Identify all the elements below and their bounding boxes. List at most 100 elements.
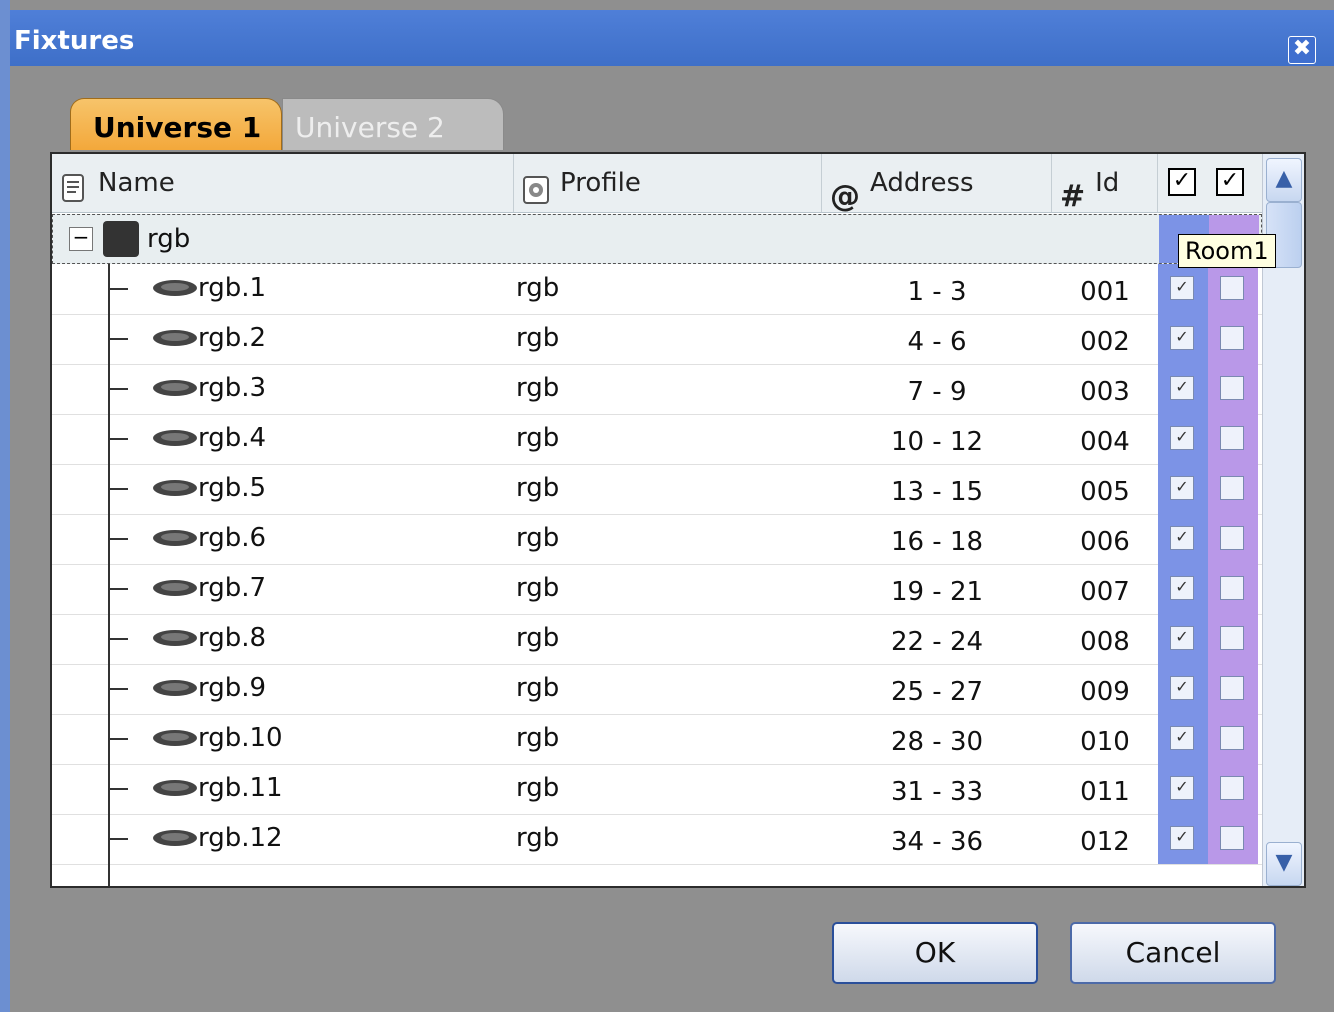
- fixtures-grid: Name Profile @ Address # Id ✓ ✓ − rgb rgb.…: [50, 152, 1306, 888]
- fixture-checkbox-2[interactable]: [1220, 776, 1244, 800]
- fixture-checkbox-2[interactable]: [1220, 276, 1244, 300]
- tree-branch: [108, 688, 128, 690]
- table-row[interactable]: rgb.1 rgb 1 - 3 001 ✓: [52, 264, 1262, 315]
- fixture-icon: [152, 778, 198, 804]
- check-all-column-1[interactable]: ✓: [1168, 168, 1196, 196]
- cancel-button[interactable]: Cancel: [1070, 922, 1276, 984]
- fixture-checkbox-2[interactable]: [1220, 726, 1244, 750]
- close-button[interactable]: ✖: [1288, 36, 1316, 64]
- fixture-name: rgb.2: [198, 323, 267, 353]
- scroll-up-button[interactable]: ▲: [1266, 158, 1302, 202]
- fixture-checkbox-1[interactable]: ✓: [1170, 526, 1194, 550]
- fixture-checkbox-2[interactable]: [1220, 576, 1244, 600]
- column-header-name[interactable]: Name: [52, 154, 514, 212]
- fixture-checkbox-1[interactable]: ✓: [1170, 376, 1194, 400]
- fixture-id: 007: [1080, 577, 1130, 607]
- column-header-profile[interactable]: Profile: [514, 154, 822, 212]
- fixture-address: 25 - 27: [890, 677, 984, 707]
- column-label-id: Id: [1095, 168, 1120, 198]
- fixture-profile: rgb: [516, 273, 560, 303]
- fixture-check-cell-1: ✓: [1158, 264, 1208, 314]
- fixture-profile: rgb: [516, 373, 560, 403]
- table-row[interactable]: rgb.3 rgb 7 - 9 003 ✓: [52, 364, 1262, 415]
- check-all-column-2[interactable]: ✓: [1216, 168, 1244, 196]
- fixture-checkbox-1[interactable]: ✓: [1170, 326, 1194, 350]
- fixture-checkbox-1[interactable]: ✓: [1170, 776, 1194, 800]
- fixture-checkbox-2[interactable]: [1220, 426, 1244, 450]
- fixture-checkbox-1[interactable]: ✓: [1170, 676, 1194, 700]
- fixture-check-cell-2: [1208, 364, 1258, 414]
- table-row[interactable]: rgb.7 rgb 19 - 21 007 ✓: [52, 564, 1262, 615]
- fixture-id: 005: [1080, 477, 1130, 507]
- fixture-check-cell-1: ✓: [1158, 814, 1208, 864]
- document-icon: [60, 168, 88, 202]
- fixture-check-cell-2: [1208, 414, 1258, 464]
- fixture-id: 001: [1080, 277, 1130, 307]
- fixture-checkbox-1[interactable]: ✓: [1170, 626, 1194, 650]
- column-header-address[interactable]: @ Address: [822, 154, 1052, 214]
- ok-button[interactable]: OK: [832, 922, 1038, 984]
- fixture-name: rgb.6: [198, 523, 267, 553]
- fixture-checkbox-2[interactable]: [1220, 826, 1244, 850]
- fixture-name: rgb.11: [198, 773, 283, 803]
- fixture-icon: [152, 728, 198, 754]
- fixture-checkbox-2[interactable]: [1220, 676, 1244, 700]
- fixture-checkbox-1[interactable]: ✓: [1170, 826, 1194, 850]
- tree-line: [108, 264, 110, 886]
- table-row[interactable]: rgb.8 rgb 22 - 24 008 ✓: [52, 614, 1262, 665]
- fixture-checkbox-2[interactable]: [1220, 376, 1244, 400]
- fixture-id: 008: [1080, 627, 1130, 657]
- fixture-checkbox-2[interactable]: [1220, 626, 1244, 650]
- fixture-checkbox-1[interactable]: ✓: [1170, 476, 1194, 500]
- fixture-icon: [152, 278, 198, 304]
- fixture-address: 19 - 21: [890, 577, 984, 607]
- fixture-checkbox-1[interactable]: ✓: [1170, 726, 1194, 750]
- tree-branch: [108, 488, 128, 490]
- table-row[interactable]: rgb.2 rgb 4 - 6 002 ✓: [52, 314, 1262, 365]
- universe-tabs: Universe 1 Universe 2: [70, 98, 504, 152]
- table-row[interactable]: rgb.12 rgb 34 - 36 012 ✓: [52, 814, 1262, 865]
- fixture-check-cell-2: [1208, 564, 1258, 614]
- fixture-checkbox-1[interactable]: ✓: [1170, 276, 1194, 300]
- table-row[interactable]: rgb.9 rgb 25 - 27 009 ✓: [52, 664, 1262, 715]
- fixture-id: 010: [1080, 727, 1130, 757]
- fixture-checkbox-1[interactable]: ✓: [1170, 426, 1194, 450]
- tab-universe-2[interactable]: Universe 2: [282, 98, 504, 150]
- table-row[interactable]: rgb.11 rgb 31 - 33 011 ✓: [52, 764, 1262, 815]
- tree-branch: [108, 388, 128, 390]
- table-row[interactable]: rgb.10 rgb 28 - 30 010 ✓: [52, 714, 1262, 765]
- group-row-rgb[interactable]: − rgb: [52, 214, 1262, 264]
- fixture-check-cell-1: ✓: [1158, 464, 1208, 514]
- fixture-name: rgb.3: [198, 373, 267, 403]
- fixture-name: rgb.8: [198, 623, 267, 653]
- fixture-address: 28 - 30: [890, 727, 984, 757]
- table-row[interactable]: rgb.4 rgb 10 - 12 004 ✓: [52, 414, 1262, 465]
- fixture-profile: rgb: [516, 623, 560, 653]
- column-label-name: Name: [98, 168, 175, 198]
- fixture-check-cell-2: [1208, 814, 1258, 864]
- fixture-checkbox-2[interactable]: [1220, 326, 1244, 350]
- fixture-profile: rgb: [516, 523, 560, 553]
- fixture-id: 004: [1080, 427, 1130, 457]
- column-header-id[interactable]: # Id: [1052, 154, 1158, 214]
- fixture-icon: [152, 478, 198, 504]
- fixture-check-cell-2: [1208, 264, 1258, 314]
- fixture-name: rgb.4: [198, 423, 267, 453]
- fixture-check-cell-2: [1208, 714, 1258, 764]
- table-row[interactable]: rgb.6 rgb 16 - 18 006 ✓: [52, 514, 1262, 565]
- fixture-check-cell-1: ✓: [1158, 514, 1208, 564]
- grid-header: Name Profile @ Address # Id ✓ ✓: [52, 154, 1262, 214]
- fixture-icon: [152, 828, 198, 854]
- fixture-checkbox-2[interactable]: [1220, 526, 1244, 550]
- tab-universe-1[interactable]: Universe 1: [70, 98, 282, 150]
- fixture-checkbox-1[interactable]: ✓: [1170, 576, 1194, 600]
- collapse-toggle[interactable]: −: [69, 227, 93, 251]
- fixture-checkbox-2[interactable]: [1220, 476, 1244, 500]
- tree-branch: [108, 338, 128, 340]
- fixture-check-cell-1: ✓: [1158, 614, 1208, 664]
- fixture-address: 4 - 6: [907, 327, 967, 357]
- fixture-profile: rgb: [516, 723, 560, 753]
- table-row[interactable]: rgb.5 rgb 13 - 15 005 ✓: [52, 464, 1262, 515]
- fixture-check-cell-2: [1208, 464, 1258, 514]
- scroll-down-button[interactable]: ▼: [1266, 842, 1302, 886]
